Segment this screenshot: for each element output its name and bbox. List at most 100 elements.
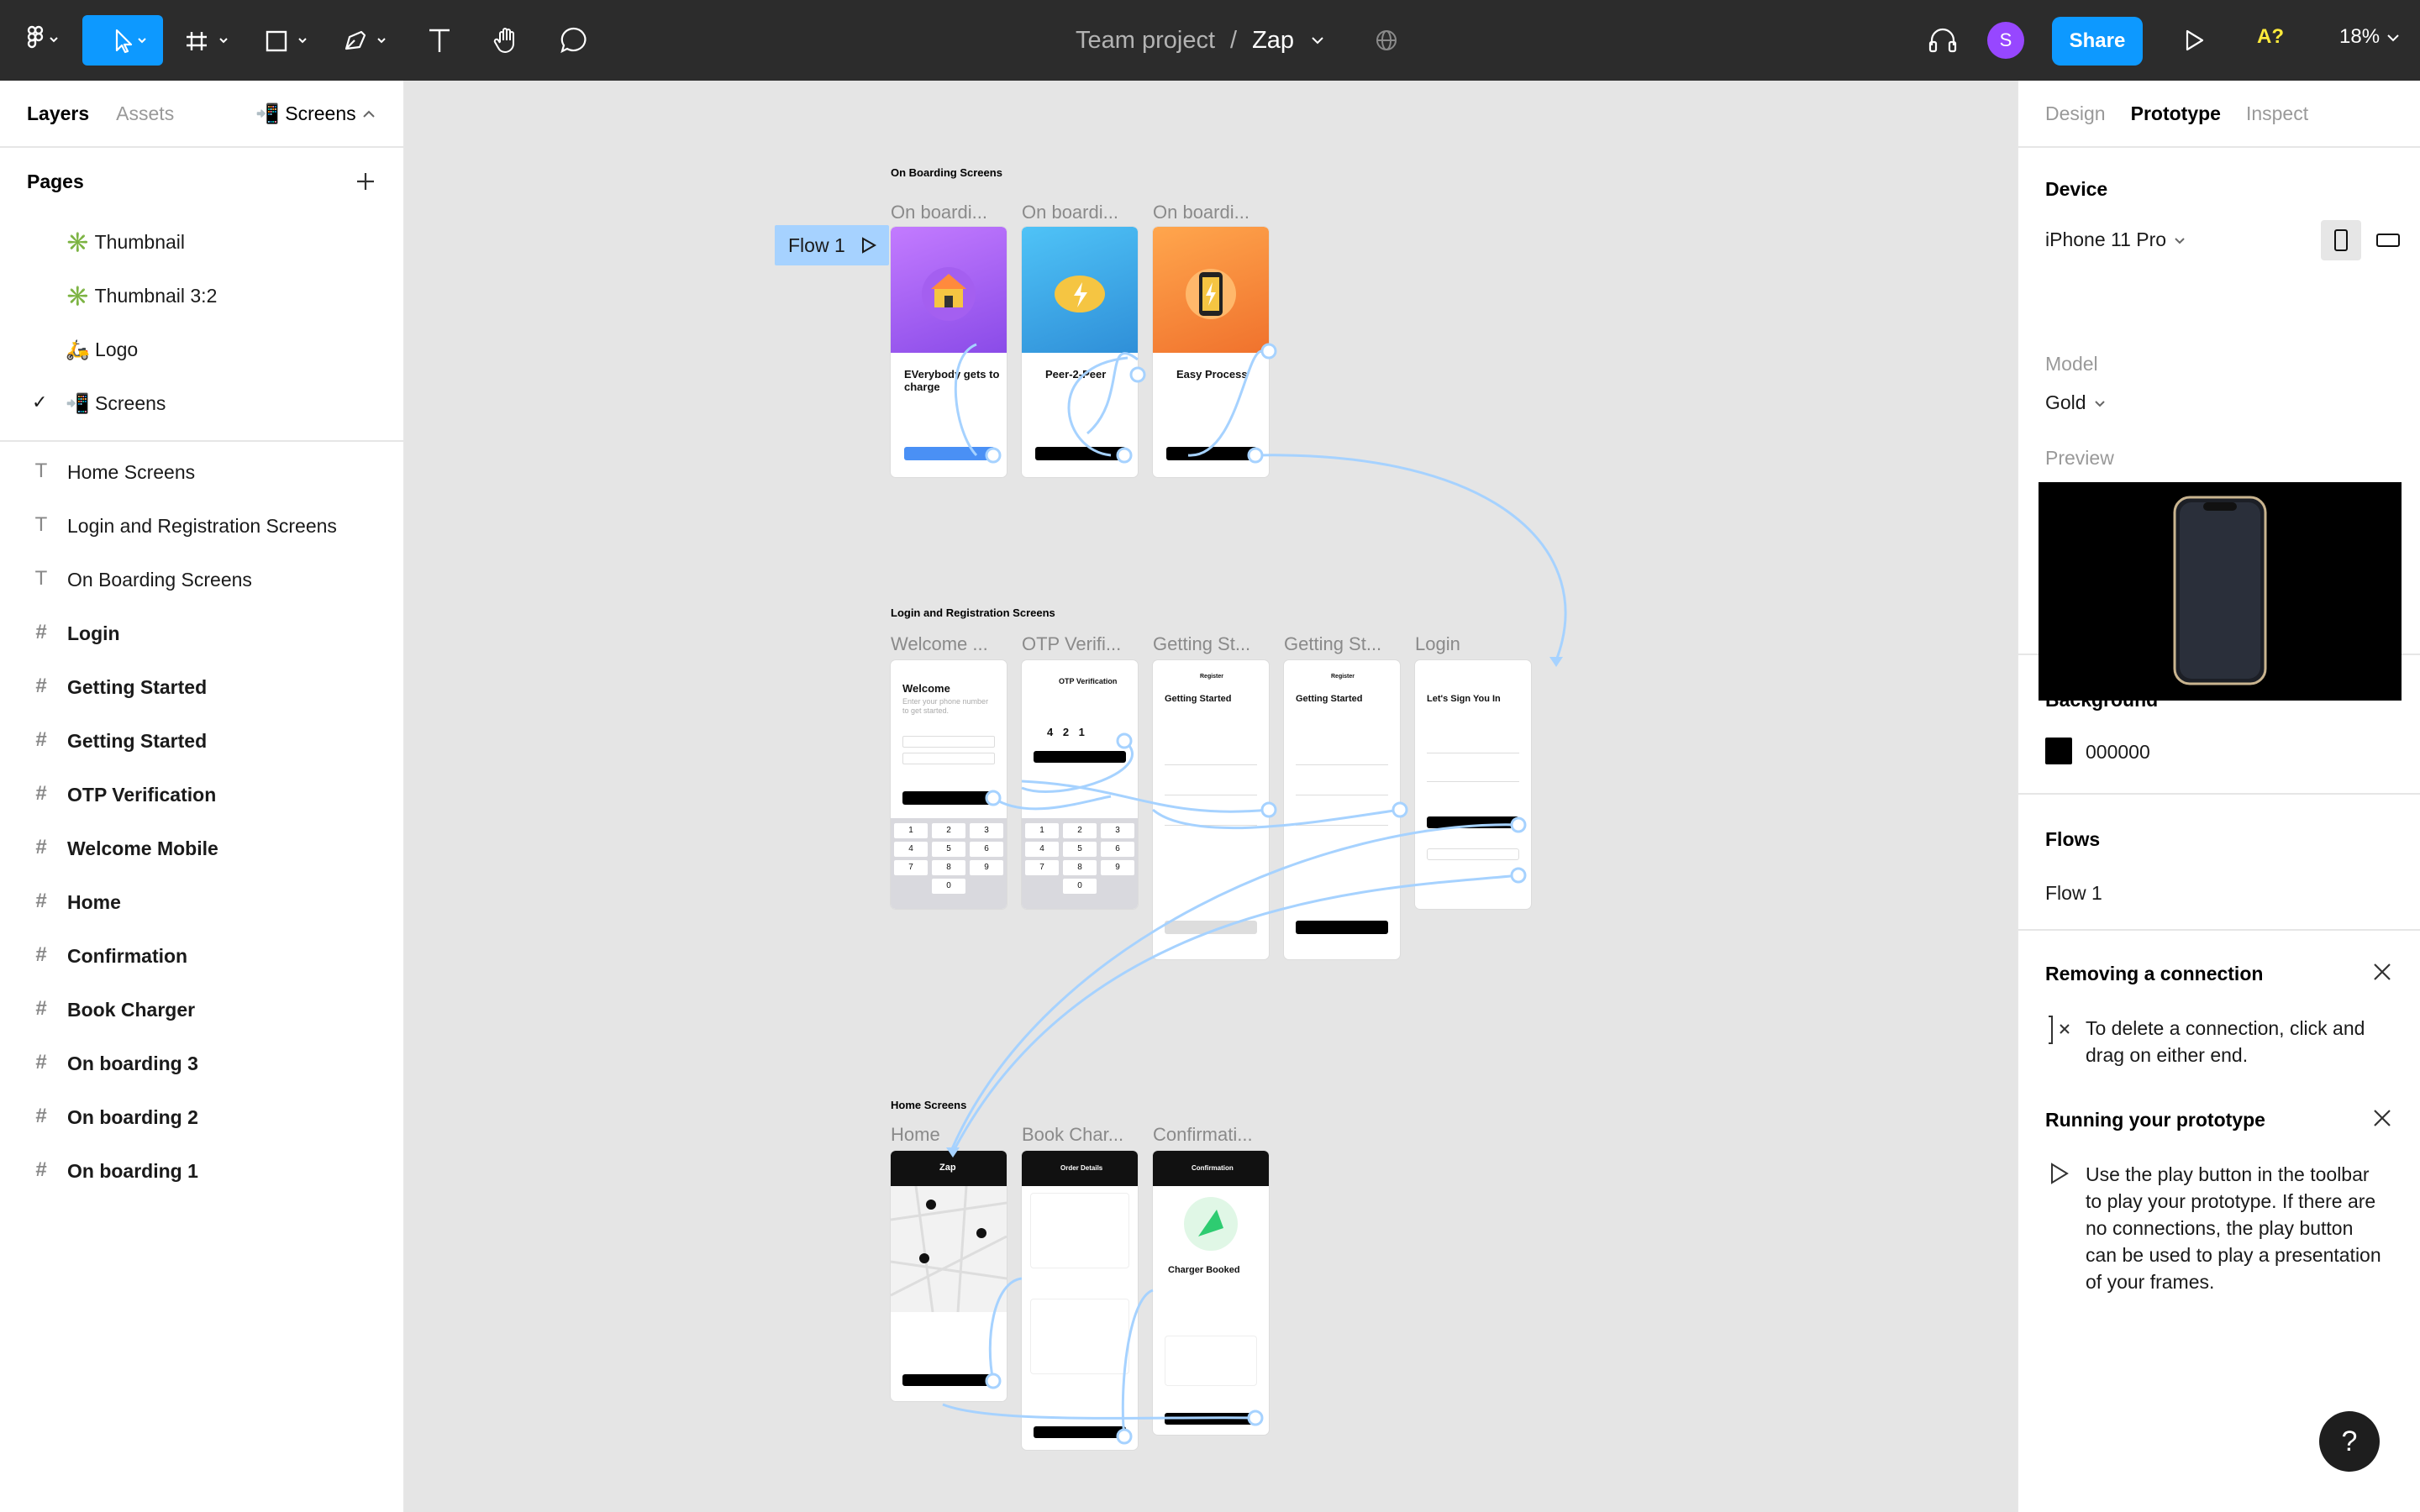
file-name[interactable]: Zap [1252,27,1294,55]
add-page-plus-icon[interactable] [355,171,376,192]
connection-arrow[interactable] [1067,356,1128,457]
page-selector-label: 📲 Screens [255,102,356,124]
layer-item[interactable]: # Login [0,606,403,660]
connection-arrow[interactable] [988,1277,1023,1382]
hand-icon [493,28,514,53]
chevron-down-icon[interactable] [1309,32,1326,49]
page-item-screens[interactable]: ✓ 📲 Screens [0,376,403,430]
tab-prototype[interactable]: Prototype [2131,102,2221,125]
accessibility-check[interactable]: A? [2257,25,2284,49]
model-select[interactable]: Gold [2045,391,2107,414]
checkmark-icon: ✓ [32,391,48,412]
connection-handle[interactable] [1392,801,1408,818]
page-item-thumbnail-3-2[interactable]: ✳️ Thumbnail 3:2 [0,269,403,323]
layer-item[interactable]: # Getting Started [0,714,403,768]
comment-tool-button[interactable] [551,15,597,66]
play-icon [2051,1163,2069,1184]
flow-item[interactable]: Flow 1 [2045,882,2102,905]
tab-assets[interactable]: Assets [116,102,174,125]
frame-hash-icon [187,32,228,50]
layer-item[interactable]: # On boarding 2 [0,1090,403,1144]
connection-handle[interactable] [1116,1428,1133,1445]
connection-arrow[interactable] [942,1403,1256,1420]
close-icon[interactable] [2371,961,2393,983]
landscape-orientation-button[interactable] [2368,220,2408,260]
frame-hash-icon: # [35,1105,47,1127]
connection-arrow[interactable] [1187,349,1263,457]
share-button[interactable]: Share [2052,17,2143,66]
layer-item[interactable]: # Welcome Mobile [0,822,403,875]
frame-hash-icon: # [35,782,47,805]
page-item-logo[interactable]: 🛵 Logo [0,323,403,376]
device-value: iPhone 11 Pro [2045,228,2167,250]
tab-inspect[interactable]: Inspect [2246,102,2308,125]
layer-item[interactable]: T Login and Registration Screens [0,499,403,553]
user-avatar[interactable]: S [1987,22,2024,59]
portrait-orientation-button[interactable] [2321,220,2361,260]
connection-handle[interactable] [985,790,1002,806]
connection-handle[interactable] [985,1373,1002,1389]
layer-item[interactable]: T On Boarding Screens [0,553,403,606]
hand-tool-button[interactable] [484,15,529,66]
chevron-down-icon [2094,400,2105,407]
present-button[interactable] [2171,15,2215,66]
frame-tool-button[interactable] [176,15,242,66]
connection-handle[interactable] [1129,366,1146,383]
globe-icon[interactable] [1375,28,1408,53]
connection-handle[interactable] [985,447,1002,464]
move-tool-button[interactable] [82,15,163,66]
connection-arrow[interactable] [950,823,1519,1152]
connection-handle[interactable] [1247,1410,1264,1426]
connection-arrow[interactable] [1021,739,1134,793]
connection-arrow[interactable] [992,795,1112,811]
tab-layers[interactable]: Layers [27,102,89,125]
connection-handle[interactable] [1510,867,1527,884]
rectangle-icon [266,30,307,52]
device-select[interactable]: iPhone 11 Pro [2045,228,2186,251]
audio-call-button[interactable] [1921,15,1965,66]
help-button[interactable]: ? [2319,1411,2380,1472]
layer-item[interactable]: # OTP Verification [0,768,403,822]
design-canvas[interactable]: On Boarding Screens Login and Registrati… [405,81,2017,1512]
connection-arrow[interactable] [1152,808,1401,830]
layer-item[interactable]: # On boarding 1 [0,1144,403,1198]
pen-tool-button[interactable] [334,15,400,66]
connection-handle[interactable] [1247,447,1264,464]
page-selector[interactable]: 📲 Screens [255,102,376,125]
properties-panel: Design Prototype Inspect Device iPhone 1… [2017,81,2420,1512]
main-menu-button[interactable] [13,15,69,66]
connection-handle[interactable] [1510,816,1527,833]
portrait-phone-icon [2334,229,2348,251]
text-tool-button[interactable] [417,15,462,66]
connection-arrow[interactable] [953,874,1519,1150]
tab-design[interactable]: Design [2045,102,2106,125]
connection-arrow[interactable] [954,343,978,457]
right-panel-tabs: Design Prototype Inspect [2018,81,2420,148]
layer-label: Confirmation [67,944,188,967]
connection-arrow[interactable] [1255,454,1567,661]
layer-item[interactable]: # Book Charger [0,983,403,1037]
connection-handle[interactable] [1260,343,1277,360]
layer-item[interactable]: # Getting Started [0,660,403,714]
layer-label: Login and Registration Screens [67,514,337,537]
team-name[interactable]: Team project [1076,27,1215,55]
connection-handle[interactable] [1260,801,1277,818]
text-layer-icon: T [34,513,48,536]
layer-item[interactable]: # Confirmation [0,929,403,983]
close-icon[interactable] [2371,1107,2393,1129]
background-color-swatch[interactable] [2045,738,2072,764]
shape-tool-button[interactable] [255,15,321,66]
disconnect-icon [2049,1016,2070,1044]
background-hex-input[interactable]: 000000 [2086,741,2150,764]
connection-arrow[interactable] [1121,1289,1154,1437]
page-label: 📲 Screens [66,391,166,414]
chevron-up-icon [363,110,375,118]
zoom-menu[interactable]: 18% [2339,25,2401,49]
layer-item[interactable]: # Home [0,875,403,929]
layer-item[interactable]: T Home Screens [0,445,403,499]
connection-handle[interactable] [1116,732,1133,749]
connection-handle[interactable] [1116,447,1133,464]
page-item-thumbnail[interactable]: ✳️ Thumbnail [0,215,403,269]
layer-item[interactable]: # On boarding 3 [0,1037,403,1090]
connection-arrow[interactable] [1086,352,1139,435]
